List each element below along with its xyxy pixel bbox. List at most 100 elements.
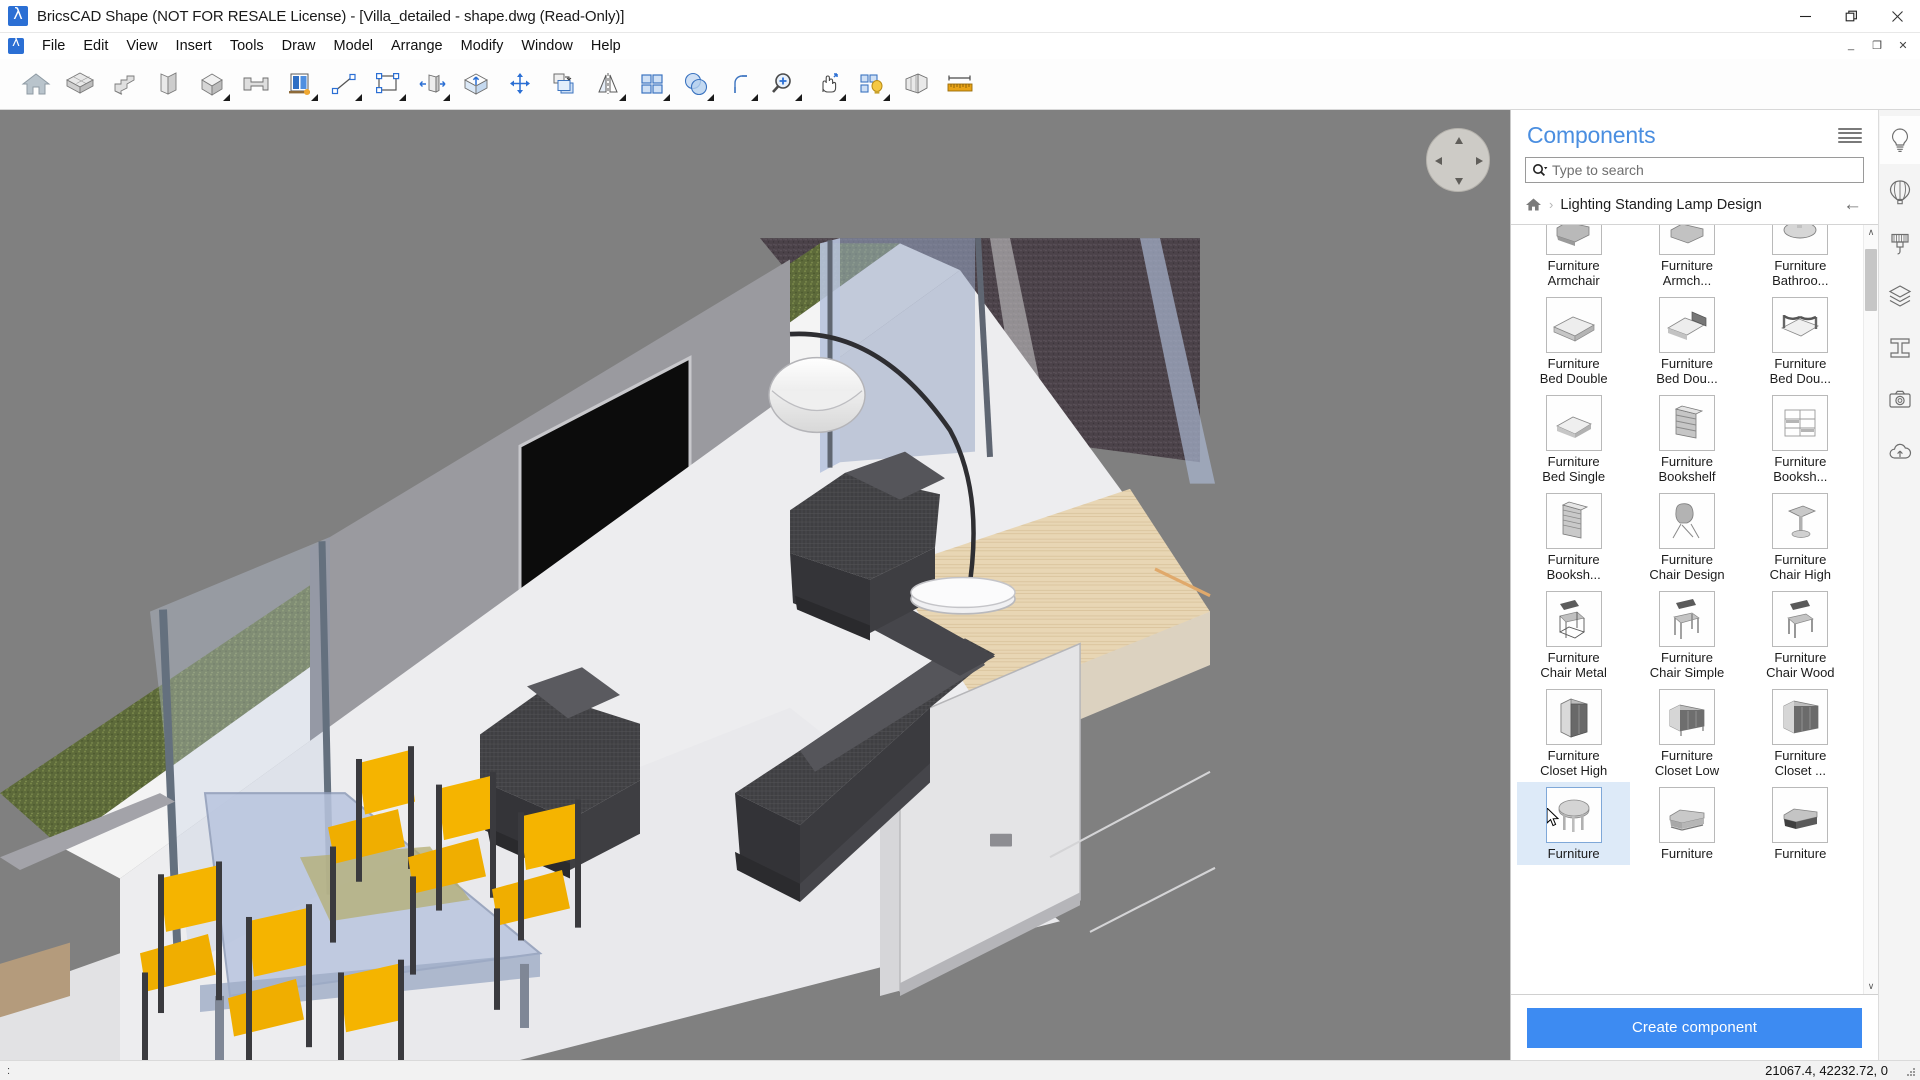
component-item[interactable]: Furniture Chair Wood: [1744, 586, 1857, 684]
menu-item-window[interactable]: Window: [512, 35, 582, 57]
back-arrow-icon[interactable]: ←: [1843, 195, 1864, 214]
array-icon[interactable]: [630, 62, 674, 106]
couch-thumb: [1658, 787, 1715, 843]
component-item[interactable]: Furniture: [1630, 782, 1743, 865]
search-box[interactable]: [1525, 157, 1864, 183]
search-input[interactable]: [1552, 162, 1857, 178]
resize-grip-icon[interactable]: [1902, 1063, 1918, 1079]
component-item[interactable]: Furniture Chair Metal: [1517, 586, 1630, 684]
boolean-union-icon[interactable]: [674, 62, 718, 106]
paint-brush-icon[interactable]: [1880, 220, 1920, 268]
component-item[interactable]: Furniture Armch...: [1630, 225, 1743, 292]
menu-item-view[interactable]: View: [117, 35, 166, 57]
extrude-icon[interactable]: [454, 62, 498, 106]
restore-icon[interactable]: [1828, 0, 1874, 33]
section-icon[interactable]: [894, 62, 938, 106]
zoom-in-icon[interactable]: [762, 62, 806, 106]
command-prompt[interactable]: :: [0, 1065, 11, 1077]
push-pull-icon[interactable]: [410, 62, 454, 106]
component-item[interactable]: Furniture Armchair: [1517, 225, 1630, 292]
component-item[interactable]: Furniture Chair Design: [1630, 488, 1743, 586]
component-label-second-line: Chair Design: [1649, 567, 1725, 582]
component-label-second-line: Bathroo...: [1772, 273, 1829, 288]
home-icon[interactable]: [14, 62, 58, 106]
couch-alt-thumb: [1772, 787, 1829, 843]
component-item[interactable]: Furniture Bed Single: [1517, 390, 1630, 488]
menu-item-edit[interactable]: Edit: [74, 35, 117, 57]
wall-stack-icon[interactable]: [58, 62, 102, 106]
box-solid-icon[interactable]: [190, 62, 234, 106]
component-item[interactable]: Furniture Closet Low: [1630, 684, 1743, 782]
slab-fold-icon[interactable]: [146, 62, 190, 106]
components-panel: Components Type to search › Lighting Sta…: [1510, 110, 1878, 1060]
beam-profile-icon[interactable]: [234, 62, 278, 106]
move-icon[interactable]: [498, 62, 542, 106]
component-item[interactable]: Furniture Closet ...: [1744, 684, 1857, 782]
cloud-upload-icon[interactable]: [1880, 428, 1920, 476]
menu-item-help[interactable]: Help: [582, 35, 630, 57]
menu-item-model[interactable]: Model: [325, 35, 383, 57]
line-icon[interactable]: [322, 62, 366, 106]
bathroom-thumb: [1772, 225, 1829, 255]
component-light-icon[interactable]: [850, 62, 894, 106]
component-item[interactable]: Furniture Booksh...: [1744, 390, 1857, 488]
component-label-second-line: Booksh...: [1773, 469, 1828, 484]
window-door-icon[interactable]: [278, 62, 322, 106]
search-icon[interactable]: [1532, 163, 1552, 177]
fillet-icon[interactable]: [718, 62, 762, 106]
close-icon[interactable]: [1874, 0, 1920, 33]
component-item[interactable]: Furniture Bathroo...: [1744, 225, 1857, 292]
stairs-icon[interactable]: [102, 62, 146, 106]
component-item[interactable]: Furniture Closet High: [1517, 684, 1630, 782]
component-item[interactable]: Furniture Chair High: [1744, 488, 1857, 586]
menu-item-insert[interactable]: Insert: [167, 35, 221, 57]
component-item[interactable]: Furniture Booksh...: [1517, 488, 1630, 586]
hot-air-balloon-icon[interactable]: [1880, 168, 1920, 216]
layers-icon[interactable]: [1880, 272, 1920, 320]
measure-ruler-icon[interactable]: [938, 62, 982, 106]
breadcrumb-home-icon[interactable]: [1525, 196, 1542, 213]
light-bulb-icon[interactable]: [1879, 116, 1920, 164]
copy-icon[interactable]: [542, 62, 586, 106]
mdi-minimize-button[interactable]: _: [1838, 35, 1864, 55]
3d-model-viewport[interactable]: [0, 110, 1510, 1060]
i-beam-icon[interactable]: [1880, 324, 1920, 372]
component-label: Furniture: [1547, 552, 1600, 567]
component-item[interactable]: Furniture: [1744, 782, 1857, 865]
camera-icon[interactable]: [1880, 376, 1920, 424]
component-item[interactable]: Furniture Bed Dou...: [1744, 292, 1857, 390]
component-item[interactable]: Furniture Bed Double: [1517, 292, 1630, 390]
rectangle-icon[interactable]: [366, 62, 410, 106]
mirror-icon[interactable]: [586, 62, 630, 106]
menu-item-arrange[interactable]: Arrange: [382, 35, 452, 57]
scroll-up-arrow[interactable]: ∧: [1868, 226, 1875, 239]
mdi-restore-button[interactable]: ❐: [1864, 35, 1890, 55]
look-around-compass-icon[interactable]: [1426, 128, 1490, 192]
hamburger-menu-icon[interactable]: [1838, 126, 1862, 146]
menu-item-draw[interactable]: Draw: [273, 35, 325, 57]
component-label-second-line: Bed Dou...: [1656, 371, 1718, 386]
panel-header: Components: [1511, 110, 1878, 157]
grid-scrollbar[interactable]: ∧ ∨: [1863, 225, 1878, 994]
menu-item-modify[interactable]: Modify: [452, 35, 513, 57]
component-item[interactable]: Furniture: [1517, 782, 1631, 865]
breadcrumb-path[interactable]: Lighting Standing Lamp Design: [1560, 197, 1836, 213]
pan-icon[interactable]: [806, 62, 850, 106]
scrollbar-track[interactable]: [1865, 241, 1877, 978]
chair-simple-thumb: [1658, 591, 1715, 647]
component-item[interactable]: Furniture Bed Dou...: [1630, 292, 1743, 390]
title-bar: BricsCAD Shape (NOT FOR RESALE License) …: [0, 0, 1920, 33]
component-item[interactable]: Furniture Chair Simple: [1630, 586, 1743, 684]
component-item[interactable]: Furniture Bookshelf: [1630, 390, 1743, 488]
bed-double-alt-thumb: [1658, 297, 1715, 353]
menu-item-tools[interactable]: Tools: [221, 35, 273, 57]
component-label: Furniture: [1660, 454, 1713, 469]
scroll-down-arrow[interactable]: ∨: [1868, 980, 1875, 993]
scrollbar-thumb[interactable]: [1865, 249, 1877, 311]
component-label: Furniture: [1660, 258, 1713, 273]
component-label: Furniture: [1547, 650, 1600, 665]
mdi-close-button[interactable]: ✕: [1890, 35, 1916, 55]
minimize-icon[interactable]: [1782, 0, 1828, 33]
menu-item-file[interactable]: File: [33, 35, 74, 57]
create-component-button[interactable]: Create component: [1527, 1007, 1862, 1048]
